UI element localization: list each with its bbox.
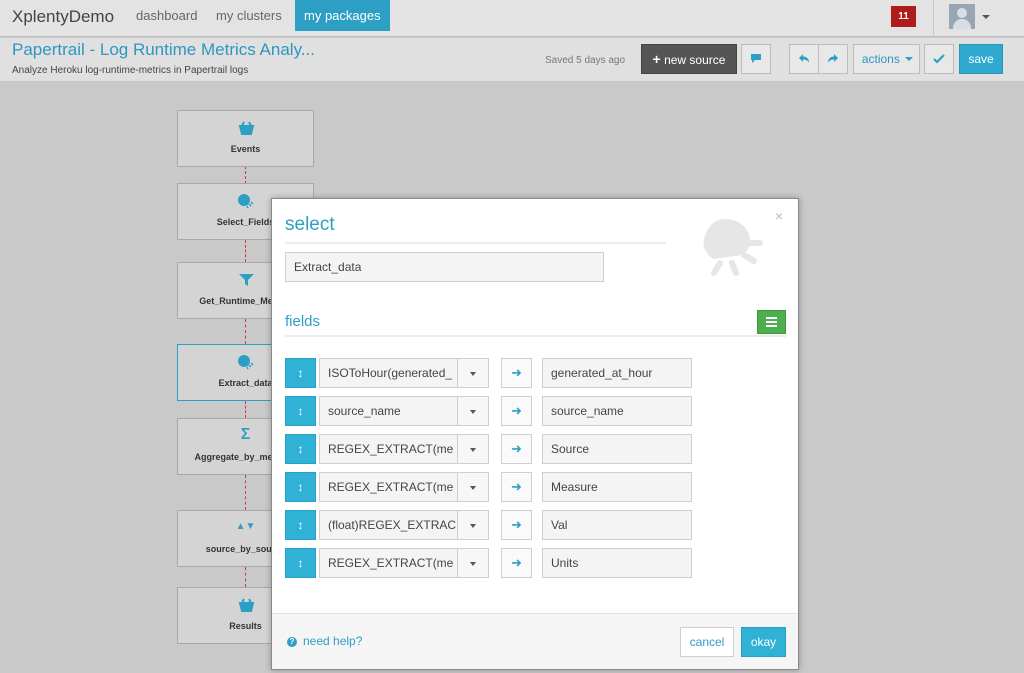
dialog-title: select (285, 214, 335, 235)
field-row: ↕ source_name ➜ source_name (285, 396, 693, 426)
brand-name[interactable]: XplentyDemo (12, 7, 114, 27)
pipeline-node-events[interactable]: Events (177, 110, 314, 167)
drag-handle-icon[interactable]: ↕ (285, 396, 316, 426)
drag-handle-icon[interactable]: ↕ (285, 358, 316, 388)
field-alias-input[interactable]: Source (542, 434, 692, 464)
field-expression-input[interactable]: source_name (319, 396, 457, 426)
comment-icon (751, 54, 761, 63)
package-header: Papertrail - Log Runtime Metrics Analy..… (0, 38, 1024, 82)
field-expression-input[interactable]: ISOToHour(generated_ (319, 358, 457, 388)
node-label: Events (230, 144, 261, 154)
close-icon[interactable]: × (775, 208, 783, 224)
field-expression-input[interactable]: REGEX_EXTRACT(me (319, 472, 457, 502)
dialog-footer: ? need help? cancel okay (272, 613, 798, 669)
need-help-link[interactable]: need help? (303, 634, 362, 648)
select-component-icon (703, 219, 763, 276)
list-icon (766, 317, 777, 319)
node-connector (245, 240, 246, 262)
new-source-label: new source (664, 53, 726, 67)
node-connector (245, 166, 246, 184)
redo-button[interactable] (818, 44, 848, 74)
user-avatar[interactable] (949, 4, 975, 29)
arrow-right-icon: ➜ (501, 434, 532, 464)
select-component-dialog: × select Extract_data fields ↕ ISOToHour… (271, 198, 799, 670)
nav-divider (933, 0, 934, 37)
arrow-right-icon: ➜ (501, 548, 532, 578)
chevron-down-icon (470, 562, 476, 566)
drag-handle-icon[interactable]: ↕ (285, 510, 316, 540)
field-alias-input[interactable]: Units (542, 548, 692, 578)
new-source-button[interactable]: + new source (641, 44, 737, 74)
expression-dropdown-button[interactable] (457, 434, 489, 464)
comment-button[interactable] (741, 44, 771, 74)
nav-link-my-clusters[interactable]: my clusters (207, 0, 291, 31)
source-basket-icon (238, 121, 255, 135)
chevron-down-icon (470, 372, 476, 376)
check-icon (933, 54, 945, 64)
field-row: ↕ REGEX_EXTRACT(me ➜ Source (285, 434, 693, 464)
fields-section-title: fields (285, 313, 321, 330)
undo-icon (799, 54, 809, 63)
drag-handle-icon[interactable]: ↕ (285, 548, 316, 578)
actions-label: actions (861, 52, 900, 66)
component-name-input[interactable]: Extract_data (285, 252, 604, 282)
drag-handle-icon[interactable]: ↕ (285, 434, 316, 464)
node-connector (245, 319, 246, 344)
fields-divider (285, 335, 786, 337)
saved-status: Saved 5 days ago (545, 55, 626, 66)
notification-badge[interactable]: 11 (891, 6, 916, 27)
nav-link-dashboard[interactable]: dashboard (127, 0, 206, 31)
title-divider (285, 242, 666, 244)
cancel-button[interactable]: cancel (680, 627, 734, 657)
field-row: ↕ REGEX_EXTRACT(me ➜ Units (285, 548, 693, 578)
arrow-right-icon: ➜ (501, 472, 532, 502)
arrow-right-icon: ➜ (501, 510, 532, 540)
chevron-down-icon (470, 410, 476, 414)
actions-dropdown[interactable]: actions (853, 44, 920, 74)
expression-dropdown-button[interactable] (457, 510, 489, 540)
question-icon[interactable]: ? (287, 637, 297, 647)
list-icon (766, 325, 777, 327)
expression-dropdown-button[interactable] (457, 472, 489, 502)
chevron-down-icon (470, 524, 476, 528)
field-alias-input[interactable]: source_name (542, 396, 692, 426)
avatar-body-shape (953, 19, 971, 29)
field-row: ↕ (float)REGEX_EXTRAC ➜ Val (285, 510, 693, 540)
drag-handle-icon[interactable]: ↕ (285, 472, 316, 502)
arrow-right-icon: ➜ (501, 396, 532, 426)
field-expression-input[interactable]: (float)REGEX_EXTRAC (319, 510, 457, 540)
field-row: ↕ ISOToHour(generated_ ➜ generated_at_ho… (285, 358, 693, 388)
bulk-edit-list-button[interactable] (757, 310, 786, 334)
chevron-down-icon (470, 486, 476, 490)
avatar-head-shape (957, 8, 967, 18)
validate-button[interactable] (924, 44, 954, 74)
top-navbar: XplentyDemo dashboard my clusters my pac… (0, 0, 1024, 37)
expression-dropdown-button[interactable] (457, 396, 489, 426)
node-connector (245, 401, 246, 418)
package-description: Analyze Heroku log-runtime-metrics in Pa… (12, 65, 249, 76)
chevron-down-icon (905, 57, 914, 61)
node-connector (245, 475, 246, 510)
redo-icon (828, 54, 838, 63)
field-expression-input[interactable]: REGEX_EXTRACT(me (319, 548, 457, 578)
field-alias-input[interactable]: Measure (542, 472, 692, 502)
field-row: ↕ REGEX_EXTRACT(me ➜ Measure (285, 472, 693, 502)
field-expression-input[interactable]: REGEX_EXTRACT(me (319, 434, 457, 464)
chevron-down-icon (470, 448, 476, 452)
package-title[interactable]: Papertrail - Log Runtime Metrics Analy..… (12, 40, 315, 60)
arrow-right-icon: ➜ (501, 358, 532, 388)
field-alias-input[interactable]: generated_at_hour (542, 358, 692, 388)
expression-dropdown-button[interactable] (457, 548, 489, 578)
plus-icon: + (652, 51, 661, 67)
nav-link-my-packages[interactable]: my packages (295, 0, 390, 31)
node-connector (245, 567, 246, 587)
user-menu-chevron-down-icon[interactable] (982, 15, 990, 19)
okay-button[interactable]: okay (741, 627, 786, 657)
save-button[interactable]: save (959, 44, 1003, 74)
list-icon (766, 321, 777, 323)
field-alias-input[interactable]: Val (542, 510, 692, 540)
undo-button[interactable] (789, 44, 819, 74)
expression-dropdown-button[interactable] (457, 358, 489, 388)
